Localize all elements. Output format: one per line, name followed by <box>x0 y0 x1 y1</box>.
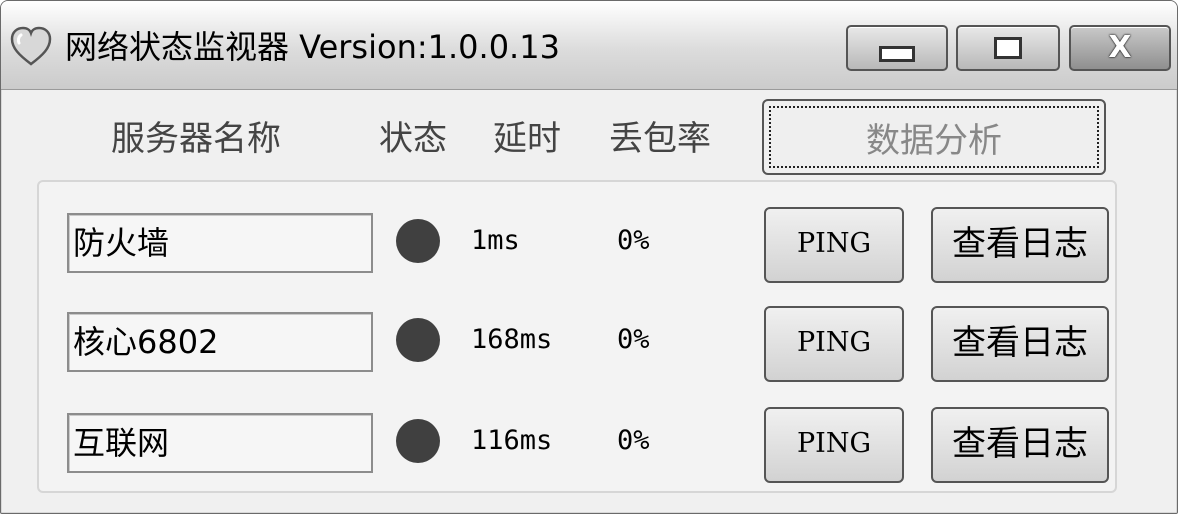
data-analysis-button[interactable]: 数据分析 <box>762 99 1106 175</box>
window-title: 网络状态监视器 Version:1.0.0.13 <box>65 28 560 66</box>
view-log-button[interactable]: 查看日志 <box>931 306 1109 382</box>
minimize-button[interactable] <box>846 25 948 71</box>
close-button[interactable]: X <box>1069 25 1171 71</box>
column-header-delay: 延时 <box>493 119 561 159</box>
packet-loss-value: 0% <box>617 225 650 256</box>
server-name-field[interactable]: 核心6802 <box>67 312 373 372</box>
ping-button[interactable]: PING <box>764 306 904 382</box>
server-row: 防火墙 1ms 0% PING 查看日志 <box>39 207 1115 289</box>
server-row: 核心6802 168ms 0% PING 查看日志 <box>39 306 1115 388</box>
column-header-server-name: 服务器名称 <box>111 119 281 159</box>
delay-value: 1ms <box>471 225 520 256</box>
server-name-field[interactable]: 防火墙 <box>67 213 373 273</box>
maximize-icon <box>994 37 1022 59</box>
delay-value: 168ms <box>471 324 553 355</box>
delay-value: 116ms <box>471 425 553 456</box>
status-indicator-icon <box>396 419 440 463</box>
server-row: 互联网 116ms 0% PING 查看日志 <box>39 407 1115 489</box>
server-name-field[interactable]: 互联网 <box>67 413 373 473</box>
app-window: 网络状态监视器 Version:1.0.0.13 X 服务器名称 状态 延时 丢… <box>0 0 1178 514</box>
view-log-button[interactable]: 查看日志 <box>931 407 1109 483</box>
close-icon: X <box>1108 30 1132 65</box>
column-header-packet-loss: 丢包率 <box>609 119 711 159</box>
ping-button[interactable]: PING <box>764 407 904 483</box>
ping-button[interactable]: PING <box>764 207 904 283</box>
view-log-button[interactable]: 查看日志 <box>931 207 1109 283</box>
minimize-icon <box>879 46 915 62</box>
server-list-panel: 防火墙 1ms 0% PING 查看日志 核心6802 168ms 0% PIN… <box>37 180 1117 493</box>
title-bar[interactable]: 网络状态监视器 Version:1.0.0.13 X <box>1 1 1177 90</box>
heart-icon <box>10 26 52 66</box>
status-indicator-icon <box>396 219 440 263</box>
packet-loss-value: 0% <box>617 425 650 456</box>
maximize-button[interactable] <box>956 25 1060 71</box>
status-indicator-icon <box>396 318 440 362</box>
data-analysis-label: 数据分析 <box>866 120 1002 161</box>
packet-loss-value: 0% <box>617 324 650 355</box>
column-header-status: 状态 <box>379 119 447 159</box>
